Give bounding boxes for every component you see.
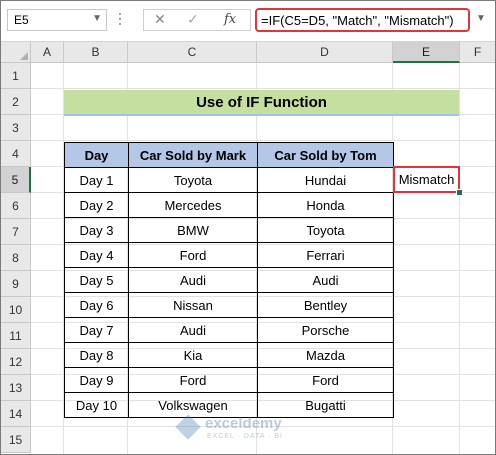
expand-formula-bar-icon[interactable]: ▼	[476, 13, 486, 24]
column-header-d[interactable]: D	[257, 42, 393, 63]
mark-cell[interactable]: Ford	[128, 242, 258, 268]
mark-cell[interactable]: BMW	[128, 217, 258, 243]
gridline	[31, 88, 495, 89]
chevron-down-icon[interactable]: ▼	[92, 13, 102, 24]
drag-handle-icon[interactable]	[118, 13, 122, 27]
header-car-sold-by-mark[interactable]: Car Sold by Mark	[128, 142, 258, 168]
mark-cell[interactable]: Nissan	[128, 292, 258, 318]
row-header-7[interactable]: 7	[1, 219, 31, 245]
row-header-5[interactable]: 5	[1, 167, 31, 193]
name-box-value: E5	[14, 13, 29, 27]
table-row: Day 7 Audi Porsche	[64, 317, 394, 343]
fill-handle[interactable]	[456, 189, 463, 196]
table-row: Day 9 Ford Ford	[64, 367, 394, 393]
watermark-name: exceldemy	[205, 415, 282, 432]
tom-cell[interactable]: Ford	[257, 367, 394, 393]
header-day[interactable]: Day	[64, 142, 129, 168]
row-header-9[interactable]: 9	[1, 271, 31, 297]
day-cell[interactable]: Day 9	[64, 367, 129, 393]
table-row: Day 2 Mercedes Honda	[64, 192, 394, 218]
header-car-sold-by-tom[interactable]: Car Sold by Tom	[257, 142, 394, 168]
data-table: Day Car Sold by Mark Car Sold by Tom Day…	[64, 142, 394, 418]
day-cell[interactable]: Day 3	[64, 217, 129, 243]
row-header-1[interactable]: 1	[1, 63, 31, 89]
enter-icon[interactable]: ✓	[187, 11, 199, 28]
row-header-14[interactable]: 14	[1, 401, 31, 427]
gridline	[31, 140, 495, 141]
row-header-15[interactable]: 15	[1, 427, 31, 453]
table-row: Day 5 Audi Audi	[64, 267, 394, 293]
mark-cell[interactable]: Kia	[128, 342, 258, 368]
mark-cell[interactable]: Volkswagen	[128, 392, 258, 418]
table-row: Day 6 Nissan Bentley	[64, 292, 394, 318]
table-row: Day 10 Volkswagen Bugatti	[64, 392, 394, 418]
insert-function-icon[interactable]: fx	[224, 12, 236, 27]
row-header-3[interactable]: 3	[1, 115, 31, 141]
tom-cell[interactable]: Porsche	[257, 317, 394, 343]
row-header-10[interactable]: 10	[1, 297, 31, 323]
tom-cell[interactable]: Audi	[257, 267, 394, 293]
table-row: Day 3 BMW Toyota	[64, 217, 394, 243]
formula-buttons: ✕ ✓ fx	[143, 9, 251, 31]
select-all-button[interactable]	[1, 42, 31, 63]
row-header-6[interactable]: 6	[1, 193, 31, 219]
spreadsheet-window: E5 ▼ ✕ ✓ fx =IF(C5=D5, "Match", "Mismatc…	[0, 0, 496, 455]
row-header-4[interactable]: 4	[1, 141, 31, 167]
day-cell[interactable]: Day 5	[64, 267, 129, 293]
mark-cell[interactable]: Mercedes	[128, 192, 258, 218]
sheet-title: Use of IF Function	[64, 90, 459, 116]
table-row: Day 1 Toyota Hundai	[64, 167, 394, 193]
result-cell-e5[interactable]: Mismatch	[393, 166, 460, 193]
day-cell[interactable]: Day 1	[64, 167, 129, 193]
table-row: Day 4 Ford Ferrari	[64, 242, 394, 268]
mark-cell[interactable]: Audi	[128, 267, 258, 293]
table-row: Day 8 Kia Mazda	[64, 342, 394, 368]
watermark: exceldemy EXCEL · DATA · BI	[175, 414, 329, 445]
table-header-row: Day Car Sold by Mark Car Sold by Tom	[64, 142, 394, 168]
row-header-8[interactable]: 8	[1, 245, 31, 271]
cancel-icon[interactable]: ✕	[154, 11, 166, 28]
tom-cell[interactable]: Hundai	[257, 167, 394, 193]
tom-cell[interactable]: Toyota	[257, 217, 394, 243]
column-header-a[interactable]: A	[31, 42, 64, 63]
formula-input[interactable]: =IF(C5=D5, "Match", "Mismatch")	[255, 8, 470, 32]
column-header-b[interactable]: B	[64, 42, 128, 63]
mark-cell[interactable]: Ford	[128, 367, 258, 393]
gridline	[459, 63, 460, 454]
day-cell[interactable]: Day 2	[64, 192, 129, 218]
formula-bar: E5 ▼ ✕ ✓ fx =IF(C5=D5, "Match", "Mismatc…	[1, 1, 495, 42]
exceldemy-logo-icon	[175, 414, 201, 440]
column-header-f[interactable]: F	[460, 42, 495, 63]
mark-cell[interactable]: Audi	[128, 317, 258, 343]
name-box[interactable]: E5 ▼	[7, 9, 107, 31]
day-cell[interactable]: Day 8	[64, 342, 129, 368]
tom-cell[interactable]: Honda	[257, 192, 394, 218]
mark-cell[interactable]: Toyota	[128, 167, 258, 193]
row-header-12[interactable]: 12	[1, 349, 31, 375]
day-cell[interactable]: Day 6	[64, 292, 129, 318]
tom-cell[interactable]: Mazda	[257, 342, 394, 368]
formula-text: =IF(C5=D5, "Match", "Mismatch")	[261, 13, 454, 28]
day-cell[interactable]: Day 4	[64, 242, 129, 268]
day-cell[interactable]: Day 7	[64, 317, 129, 343]
day-cell[interactable]: Day 10	[64, 392, 129, 418]
column-header-e[interactable]: E	[393, 42, 460, 63]
column-header-c[interactable]: C	[128, 42, 257, 63]
row-header-11[interactable]: 11	[1, 323, 31, 349]
tom-cell[interactable]: Bentley	[257, 292, 394, 318]
row-header-13[interactable]: 13	[1, 375, 31, 401]
tom-cell[interactable]: Ferrari	[257, 242, 394, 268]
row-header-2[interactable]: 2	[1, 89, 31, 115]
watermark-tagline: EXCEL · DATA · BI	[207, 433, 283, 440]
tom-cell[interactable]: Bugatti	[257, 392, 394, 418]
select-all-icon	[20, 52, 28, 60]
